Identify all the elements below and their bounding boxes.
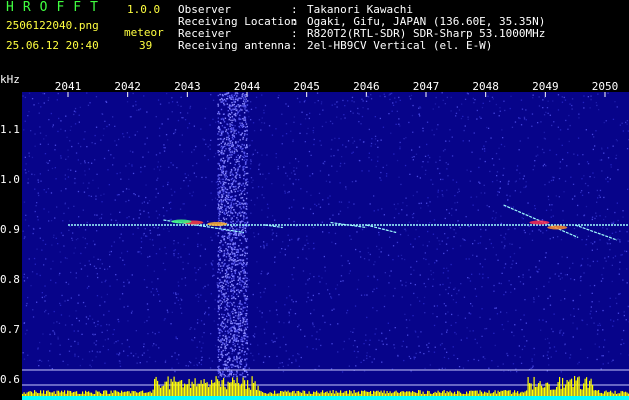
- y-tick-label: 1.1: [0, 123, 20, 136]
- meteor-head: [547, 225, 568, 230]
- y-unit-label: kHz: [0, 73, 20, 86]
- app-version: 1.0.0: [127, 3, 161, 16]
- filename: 2506122040.png: [6, 19, 99, 32]
- noise-speckle: [22, 92, 629, 373]
- x-tick-label: 2046: [353, 80, 380, 93]
- y-tick-label: 0.9: [0, 223, 20, 236]
- y-tick-label: 1.0: [0, 173, 20, 186]
- info-colon: :: [291, 39, 298, 52]
- info-label-antenna: Receiving antenna: [178, 39, 291, 52]
- y-tick-label: 0.6: [0, 373, 20, 386]
- x-tick-label: 2045: [293, 80, 320, 93]
- meteor-head: [171, 219, 192, 224]
- x-tick-label: 2050: [591, 80, 619, 93]
- x-tick-label: 2047: [412, 80, 440, 93]
- x-tick-label: 2048: [472, 80, 499, 93]
- x-tick-label: 2043: [174, 80, 201, 93]
- signal-strength-bars: [22, 376, 629, 396]
- x-tick-label: 2049: [532, 80, 559, 93]
- x-tick-label: 2041: [54, 80, 82, 93]
- meteor-head: [529, 220, 550, 225]
- x-tick-label: 2044: [233, 80, 261, 93]
- meteor-count: 39: [139, 39, 153, 52]
- meteor-trace: [574, 224, 618, 241]
- meteor-trace: [366, 224, 397, 234]
- x-tick-label: 2042: [114, 80, 141, 93]
- meteor-label: meteor: [124, 26, 164, 39]
- spectrogram-plot: [22, 92, 629, 400]
- meteor-head: [207, 222, 228, 226]
- hrofft-screen: HROFFT 1.0.0 2506122040.png 25.06.12 20:…: [0, 0, 629, 400]
- bottom-strip: [22, 396, 629, 400]
- y-tick-label: 0.7: [0, 323, 20, 336]
- y-tick-label: 0.8: [0, 273, 20, 286]
- noise-band: [217, 92, 249, 378]
- info-value-antenna: 2el-HB9CV Vertical (el. E-W): [307, 39, 493, 52]
- app-title: HROFFT: [6, 0, 107, 15]
- spectrogram-svg: [22, 92, 629, 400]
- timestamp: 25.06.12 20:40: [6, 39, 99, 52]
